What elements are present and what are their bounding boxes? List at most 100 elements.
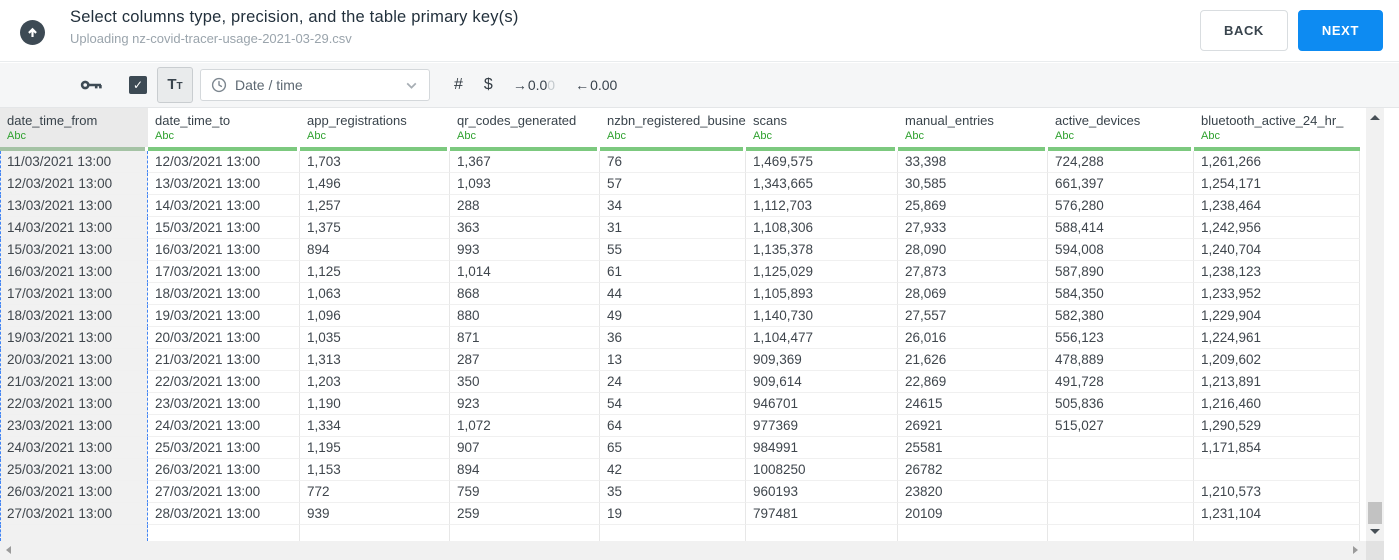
- table-cell[interactable]: 491,728: [1048, 371, 1194, 393]
- table-cell[interactable]: 1,233,952: [1194, 283, 1360, 305]
- table-cell[interactable]: 576,280: [1048, 195, 1194, 217]
- table-cell[interactable]: 907: [450, 437, 600, 459]
- table-cell[interactable]: 478,889: [1048, 349, 1194, 371]
- horizontal-scrollbar[interactable]: [0, 541, 1366, 560]
- table-cell[interactable]: [1048, 481, 1194, 503]
- table-cell[interactable]: 27/03/2021 13:00: [148, 481, 300, 503]
- table-cell[interactable]: 1,035: [300, 327, 450, 349]
- table-cell[interactable]: 17/03/2021 13:00: [148, 261, 300, 283]
- table-cell[interactable]: 21/03/2021 13:00: [0, 371, 148, 393]
- table-cell[interactable]: 1,209,602: [1194, 349, 1360, 371]
- table-cell[interactable]: 54: [600, 393, 746, 415]
- vertical-scrollbar-thumb[interactable]: [1368, 502, 1382, 524]
- column-header[interactable]: nzbn_registered_busine Abc: [600, 108, 746, 147]
- vertical-scrollbar[interactable]: [1366, 108, 1384, 541]
- table-cell[interactable]: 661,397: [1048, 173, 1194, 195]
- table-cell[interactable]: 15/03/2021 13:00: [0, 239, 148, 261]
- column-header[interactable]: scans Abc: [746, 108, 898, 147]
- table-cell[interactable]: 11/03/2021 13:00: [0, 151, 148, 173]
- table-cell[interactable]: 15/03/2021 13:00: [148, 217, 300, 239]
- table-cell[interactable]: 49: [600, 305, 746, 327]
- table-cell[interactable]: 26,016: [898, 327, 1048, 349]
- table-cell[interactable]: 1,093: [450, 173, 600, 195]
- scroll-down-icon[interactable]: [1370, 529, 1380, 534]
- table-cell[interactable]: 759: [450, 481, 600, 503]
- table-cell[interactable]: 1,216,460: [1194, 393, 1360, 415]
- table-cell[interactable]: 19: [600, 503, 746, 525]
- table-cell[interactable]: 20/03/2021 13:00: [0, 349, 148, 371]
- table-cell[interactable]: 871: [450, 327, 600, 349]
- table-cell[interactable]: 13/03/2021 13:00: [0, 195, 148, 217]
- table-cell[interactable]: 61: [600, 261, 746, 283]
- table-cell[interactable]: 946701: [746, 393, 898, 415]
- table-cell[interactable]: 960193: [746, 481, 898, 503]
- table-cell[interactable]: 1,375: [300, 217, 450, 239]
- column-header[interactable]: active_devices Abc: [1048, 108, 1194, 147]
- table-cell[interactable]: 42: [600, 459, 746, 481]
- column-header[interactable]: bluetooth_active_24_hr_ Abc: [1194, 108, 1360, 147]
- table-cell[interactable]: 1,703: [300, 151, 450, 173]
- table-cell[interactable]: 587,890: [1048, 261, 1194, 283]
- table-cell[interactable]: 287: [450, 349, 600, 371]
- table-cell[interactable]: 1,254,171: [1194, 173, 1360, 195]
- table-cell[interactable]: 20/03/2021 13:00: [148, 327, 300, 349]
- table-cell[interactable]: 1,367: [450, 151, 600, 173]
- table-cell[interactable]: 26921: [898, 415, 1048, 437]
- column-header[interactable]: qr_codes_generated Abc: [450, 108, 600, 147]
- table-cell[interactable]: 1,195: [300, 437, 450, 459]
- column-header[interactable]: app_registrations Abc: [300, 108, 450, 147]
- table-cell[interactable]: 24/03/2021 13:00: [148, 415, 300, 437]
- table-cell[interactable]: 1,213,891: [1194, 371, 1360, 393]
- table-cell[interactable]: 13/03/2021 13:00: [148, 173, 300, 195]
- table-cell[interactable]: 55: [600, 239, 746, 261]
- table-cell[interactable]: 1,313: [300, 349, 450, 371]
- table-cell[interactable]: 724,288: [1048, 151, 1194, 173]
- table-cell[interactable]: 1,238,123: [1194, 261, 1360, 283]
- table-cell[interactable]: 25,869: [898, 195, 1048, 217]
- table-cell[interactable]: [1048, 503, 1194, 525]
- table-cell[interactable]: 582,380: [1048, 305, 1194, 327]
- table-cell[interactable]: 350: [450, 371, 600, 393]
- table-cell[interactable]: 26/03/2021 13:00: [148, 459, 300, 481]
- table-cell[interactable]: 25/03/2021 13:00: [0, 459, 148, 481]
- table-cell[interactable]: 22,869: [898, 371, 1048, 393]
- column-type-dropdown[interactable]: Date / time: [200, 69, 430, 101]
- table-cell[interactable]: 24/03/2021 13:00: [0, 437, 148, 459]
- table-cell[interactable]: 868: [450, 283, 600, 305]
- table-cell[interactable]: 19/03/2021 13:00: [0, 327, 148, 349]
- scroll-right-icon[interactable]: [1353, 546, 1358, 554]
- table-cell[interactable]: 23/03/2021 13:00: [148, 393, 300, 415]
- table-cell[interactable]: 34: [600, 195, 746, 217]
- table-cell[interactable]: 35: [600, 481, 746, 503]
- table-cell[interactable]: 909,369: [746, 349, 898, 371]
- table-cell[interactable]: 36: [600, 327, 746, 349]
- table-cell[interactable]: 977369: [746, 415, 898, 437]
- table-cell[interactable]: 1,014: [450, 261, 600, 283]
- table-cell[interactable]: 44: [600, 283, 746, 305]
- table-cell[interactable]: 18/03/2021 13:00: [148, 283, 300, 305]
- table-cell[interactable]: 584,350: [1048, 283, 1194, 305]
- table-cell[interactable]: 26/03/2021 13:00: [0, 481, 148, 503]
- column-header[interactable]: date_time_from Abc: [0, 108, 148, 147]
- table-cell[interactable]: 1,261,266: [1194, 151, 1360, 173]
- table-cell[interactable]: 12/03/2021 13:00: [148, 151, 300, 173]
- increase-decimal-button[interactable]: → 0.0 0: [513, 77, 555, 93]
- table-cell[interactable]: 27,873: [898, 261, 1048, 283]
- table-cell[interactable]: 22/03/2021 13:00: [148, 371, 300, 393]
- table-cell[interactable]: 23820: [898, 481, 1048, 503]
- table-cell[interactable]: 1,108,306: [746, 217, 898, 239]
- number-type-button[interactable]: #: [454, 76, 463, 94]
- table-cell[interactable]: 1,112,703: [746, 195, 898, 217]
- table-cell[interactable]: 880: [450, 305, 600, 327]
- table-cell[interactable]: 19/03/2021 13:00: [148, 305, 300, 327]
- table-cell[interactable]: 14/03/2021 13:00: [0, 217, 148, 239]
- table-cell[interactable]: 288: [450, 195, 600, 217]
- table-cell[interactable]: 13: [600, 349, 746, 371]
- table-cell[interactable]: 588,414: [1048, 217, 1194, 239]
- table-cell[interactable]: 1,496: [300, 173, 450, 195]
- table-cell[interactable]: 363: [450, 217, 600, 239]
- table-cell[interactable]: 76: [600, 151, 746, 173]
- table-cell[interactable]: 1,135,378: [746, 239, 898, 261]
- table-cell[interactable]: 1,171,854: [1194, 437, 1360, 459]
- table-cell[interactable]: 1,104,477: [746, 327, 898, 349]
